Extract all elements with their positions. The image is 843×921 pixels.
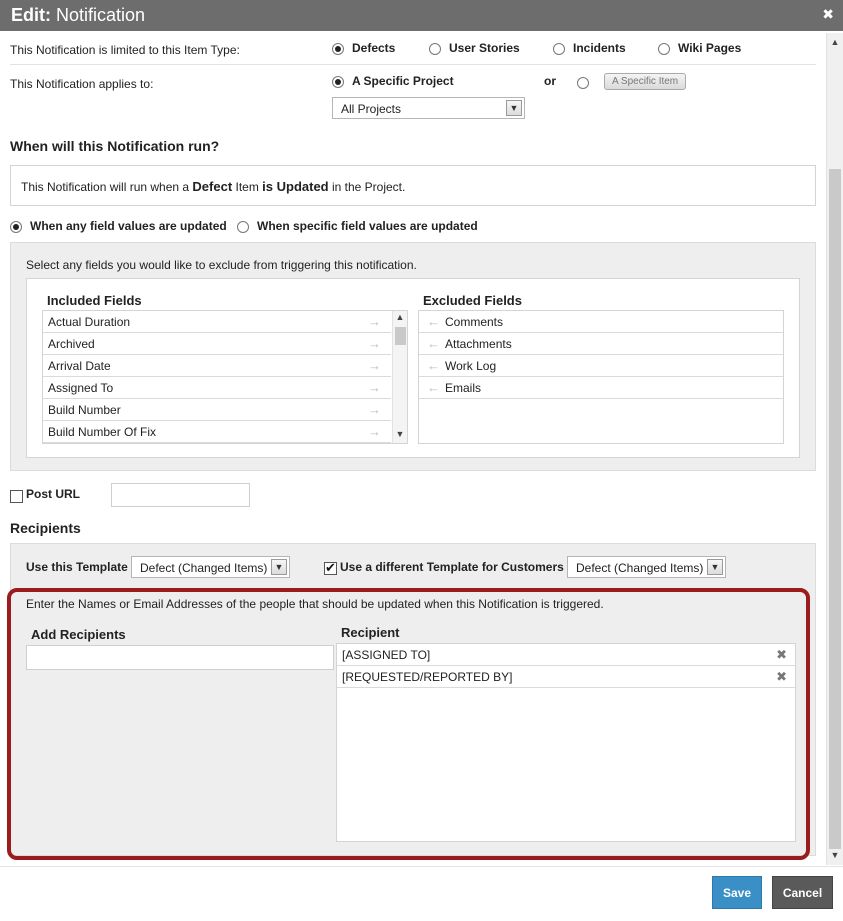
summary-item: Defect [192,179,233,194]
arrow-right-icon[interactable]: → [368,358,381,373]
dialog-title-main: Notification [56,5,146,25]
arrow-right-icon[interactable]: → [368,314,381,329]
dialog-titlebar: Edit: Notification ✖ [0,0,843,31]
arrow-left-icon[interactable]: ← [427,380,440,395]
list-item[interactable]: ← Comments [419,311,783,333]
cancel-button[interactable]: Cancel [772,876,833,909]
field-label: Emails [445,381,482,395]
or-label: or [544,74,556,88]
radio-specific-project-label: A Specific Project [352,74,454,88]
list-item[interactable]: Build Number → [43,399,391,421]
summary-post: in the Project. [328,180,406,194]
post-url-input[interactable] [111,483,250,507]
scroll-up-icon[interactable]: ▲ [393,312,407,322]
radio-defects[interactable] [332,43,344,55]
list-item[interactable]: Actual Duration → [43,311,391,333]
run-summary: This Notification will run when a Defect… [21,179,405,194]
template-select-value: Defect (Changed Items) [140,561,268,575]
arrow-right-icon[interactable]: → [368,336,381,351]
field-label: Assigned To [48,381,114,395]
project-select[interactable]: All Projects ▼ [332,97,525,119]
arrow-right-icon[interactable]: → [368,424,381,439]
radio-specific-item[interactable] [577,77,589,89]
radio-defects-label: Defects [352,41,396,55]
list-item[interactable]: Assigned To → [43,377,391,399]
chevron-down-icon: ▼ [506,100,522,116]
save-button[interactable]: Save [712,876,762,909]
customer-template-select-value: Defect (Changed Items) [576,561,704,575]
list-item[interactable]: ← Attachments [419,333,783,355]
radio-incidents-label: Incidents [573,41,626,55]
arrow-left-icon[interactable]: ← [427,358,440,373]
dialog-title-prefix: Edit: [11,5,51,25]
customer-template-label: Use a different Template for Customers [340,560,564,574]
excluded-fields-heading: Excluded Fields [423,293,522,308]
scroll-down-icon[interactable]: ▼ [393,429,407,439]
recipients-heading: Recipients [10,520,81,536]
list-item[interactable]: ← Emails [419,377,783,399]
chevron-down-icon: ▼ [707,559,723,575]
template-label: Use this Template [26,560,128,574]
included-fields-list[interactable]: Actual Duration → Archived → Arrival Date →… [42,310,408,444]
close-icon[interactable]: ✖ [822,6,834,23]
radio-wiki-pages-label: Wiki Pages [678,41,742,55]
scroll-down-icon[interactable]: ▼ [828,850,842,860]
applies-to-label: This Notification applies to: [10,77,154,91]
included-fields-heading: Included Fields [47,293,142,308]
arrow-right-icon[interactable]: → [368,380,381,395]
radio-incidents[interactable] [553,43,565,55]
radio-any-field-label: When any field values are updated [30,219,227,233]
field-label: Actual Duration [48,315,131,329]
excluded-fields-list[interactable]: ← Comments ← Attachments ← Work Log ← Emails [418,310,784,444]
included-list-scrollbar[interactable]: ▲ ▼ [392,311,407,443]
field-label: Build Number Of Fix [48,425,157,439]
list-item[interactable]: ← Work Log [419,355,783,377]
run-summary-box: This Notification will run when a Defect… [10,165,816,206]
arrow-left-icon[interactable]: ← [427,314,440,329]
radio-specific-field[interactable] [237,221,249,233]
post-url-checkbox[interactable] [10,490,23,503]
dialog-scrollbar[interactable]: ▲ ▼ [826,33,843,865]
list-item[interactable]: Build Number Of Fix → [43,421,391,443]
list-item[interactable]: Archived → [43,333,391,355]
fields-instructions: Select any fields you would like to excl… [26,258,417,272]
field-label: Attachments [445,337,512,351]
radio-any-field[interactable] [10,221,22,233]
radio-specific-field-label: When specific field values are updated [257,219,478,233]
chevron-down-icon: ▼ [271,559,287,575]
field-label: Archived [48,337,95,351]
radio-user-stories-label: User Stories [449,41,520,55]
arrow-right-icon[interactable]: → [368,402,381,417]
summary-event: is Updated [262,179,329,194]
scrollbar-thumb[interactable] [395,327,406,345]
scrollbar-thumb[interactable] [829,169,841,849]
customer-template-select[interactable]: Defect (Changed Items) ▼ [567,556,726,578]
field-label: Build Number [48,403,121,417]
dialog-title: Edit: Notification [11,5,145,26]
field-label: Arrival Date [48,359,111,373]
scroll-up-icon[interactable]: ▲ [828,37,842,47]
field-label: Comments [445,315,504,329]
summary-pre: This Notification will run when a [21,180,193,194]
radio-wiki-pages[interactable] [658,43,670,55]
post-url-label: Post URL [26,487,80,501]
radio-specific-project[interactable] [332,76,344,88]
item-type-label: This Notification is limited to this Ite… [10,43,240,57]
highlight-frame [7,588,810,860]
specific-item-button[interactable]: A Specific Item [604,73,687,90]
field-label: Work Log [445,359,497,373]
project-select-value: All Projects [341,102,402,116]
radio-user-stories[interactable] [429,43,441,55]
list-item[interactable]: Arrival Date → [43,355,391,377]
arrow-left-icon[interactable]: ← [427,336,440,351]
template-select[interactable]: Defect (Changed Items) ▼ [131,556,290,578]
when-heading: When will this Notification run? [10,138,220,154]
divider [10,64,816,65]
customer-template-checkbox[interactable] [324,560,337,576]
summary-mid: Item [232,180,263,194]
